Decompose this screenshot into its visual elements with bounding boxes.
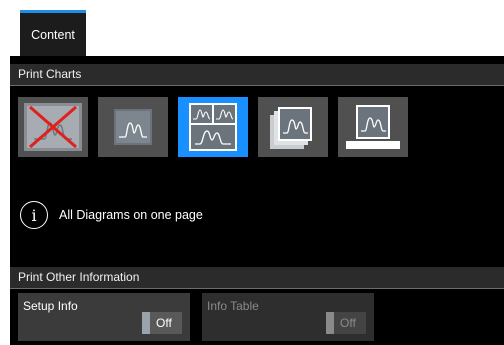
print-charts-info: i All Diagrams on one page xyxy=(20,201,203,229)
print-other-info-header: Print Other Information xyxy=(10,267,504,289)
print-charts-active-button[interactable] xyxy=(338,97,408,157)
print-charts-none-button[interactable] xyxy=(18,97,88,157)
content-panel: Print Charts i All Diagrams on one page … xyxy=(10,56,504,345)
info-table-switch-knob xyxy=(326,312,334,334)
setup-info-switch[interactable]: Off xyxy=(142,312,182,334)
single-chart-icon xyxy=(114,109,152,145)
print-charts-per-page-button[interactable] xyxy=(258,97,328,157)
setup-info-label: Setup Info xyxy=(23,299,78,313)
print-charts-all-diagrams-button[interactable] xyxy=(178,97,248,157)
info-icon: i xyxy=(20,201,48,229)
print-charts-single-button[interactable] xyxy=(98,97,168,157)
one-diagram-per-page-icon xyxy=(270,107,312,149)
tab-content-label: Content xyxy=(31,27,75,42)
active-diagram-icon xyxy=(346,105,400,149)
print-charts-header: Print Charts xyxy=(10,64,504,86)
info-table-switch: Off xyxy=(326,312,366,334)
info-table-toggle: Info Table Off xyxy=(202,293,374,341)
setup-info-state: Off xyxy=(156,316,172,330)
info-table-state: Off xyxy=(340,316,356,330)
info-table-label: Info Table xyxy=(207,299,259,313)
setup-info-switch-knob xyxy=(142,312,150,334)
no-charts-icon xyxy=(24,103,82,151)
print-charts-info-text: All Diagrams on one page xyxy=(59,208,203,222)
setup-info-toggle[interactable]: Setup Info Off xyxy=(18,293,190,341)
all-diagrams-one-page-icon xyxy=(189,103,237,151)
tab-content[interactable]: Content xyxy=(20,10,86,56)
